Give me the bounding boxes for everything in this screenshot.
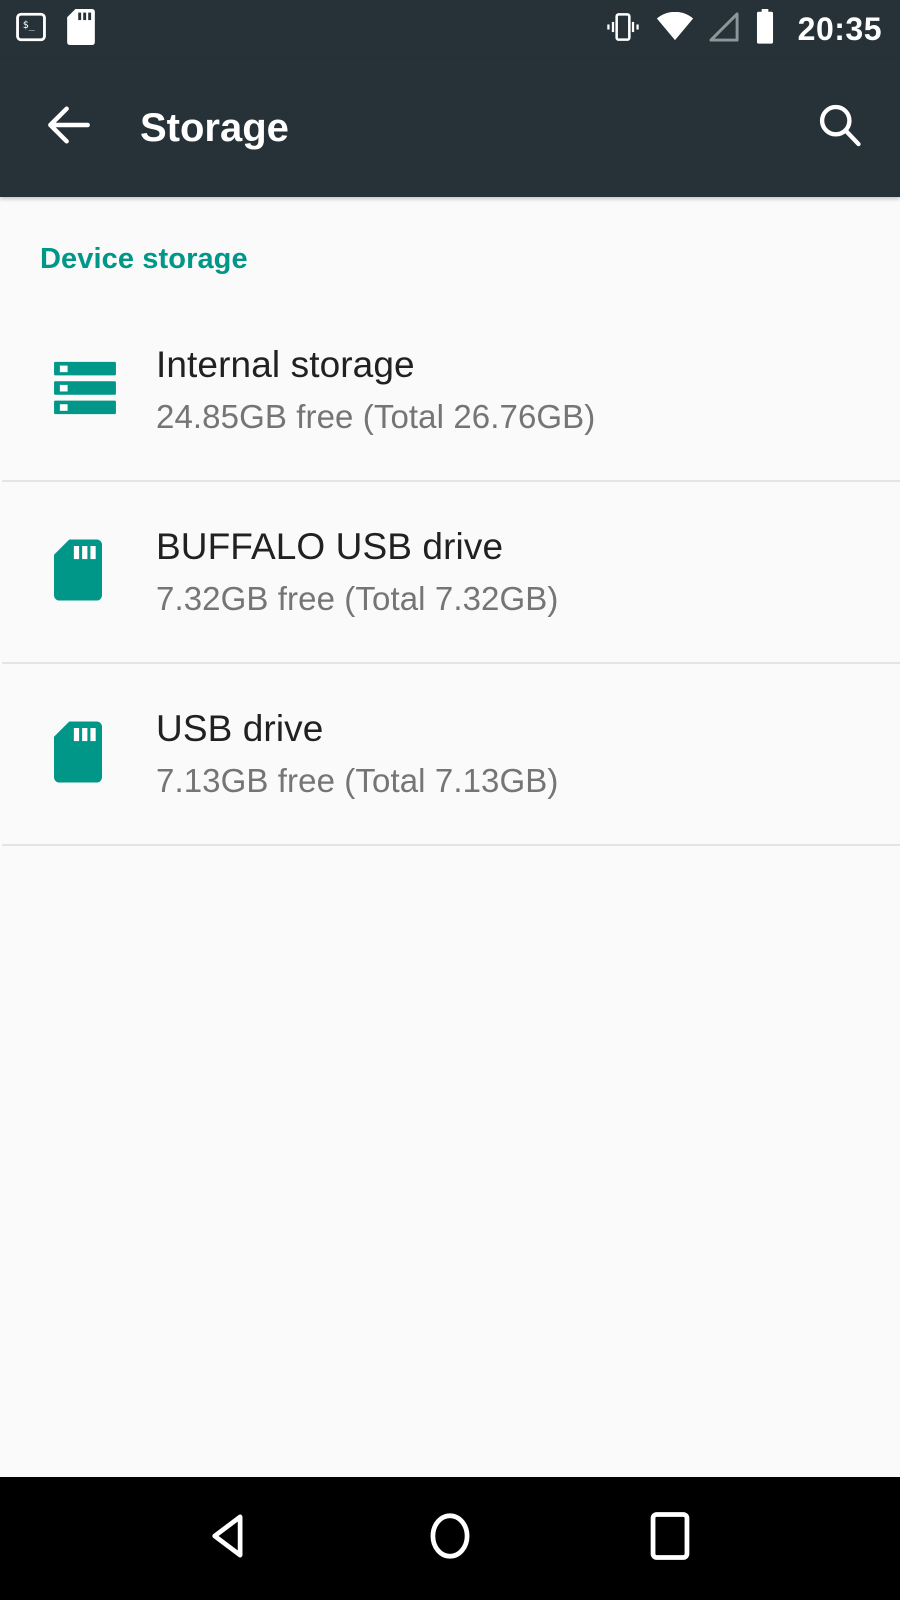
- page-title: Storage: [140, 105, 289, 150]
- nav-back-button[interactable]: [170, 1477, 290, 1600]
- storage-item-title: USB drive: [156, 707, 324, 749]
- storage-item-icon-slot: [32, 720, 142, 788]
- battery-icon: [754, 8, 776, 50]
- nav-recents-button[interactable]: [610, 1477, 730, 1600]
- storage-list-item-buffalo-usb-drive[interactable]: BUFFALO USB drive 7.32GB free (Total 7.3…: [0, 482, 900, 662]
- svg-text:$_: $_: [23, 19, 35, 30]
- usb-drive-icon: [54, 538, 102, 606]
- storage-item-subtitle: 7.13GB free (Total 7.13GB): [156, 762, 559, 800]
- sd-card-icon: [66, 8, 96, 50]
- status-bar: $_ 20:35: [0, 0, 900, 58]
- back-button[interactable]: [38, 97, 100, 159]
- triangle-back-icon: [203, 1509, 257, 1568]
- storage-list-item-usb-drive[interactable]: USB drive 7.13GB free (Total 7.13GB): [0, 664, 900, 844]
- status-bar-clock: 20:35: [797, 11, 882, 47]
- status-bar-left-icons: $_: [14, 8, 96, 50]
- storage-item-text-block: Internal storage 24.85GB free (Total 26.…: [142, 344, 595, 436]
- storage-item-icon-slot: [32, 359, 142, 422]
- usb-drive-icon: [54, 720, 102, 788]
- square-recents-icon: [647, 1510, 693, 1567]
- search-button[interactable]: [808, 97, 870, 159]
- storage-item-subtitle: 7.32GB free (Total 7.32GB): [156, 580, 559, 618]
- storage-list-item-internal-storage[interactable]: Internal storage 24.85GB free (Total 26.…: [0, 300, 900, 480]
- content-area: Device storage Internal storage 24.85GB …: [0, 197, 900, 1477]
- circle-home-icon: [425, 1509, 475, 1568]
- navigation-bar: [0, 1477, 900, 1600]
- storage-item-icon-slot: [32, 538, 142, 606]
- section-header-device-storage: Device storage: [40, 243, 248, 275]
- storage-list: Internal storage 24.85GB free (Total 26.…: [0, 300, 900, 846]
- arrow-back-icon: [41, 97, 97, 158]
- terminal-icon: $_: [14, 10, 48, 49]
- storage-item-title: BUFFALO USB drive: [156, 525, 504, 567]
- storage-item-text-block: USB drive 7.13GB free (Total 7.13GB): [142, 708, 558, 800]
- wifi-icon: [656, 11, 694, 47]
- vibrate-icon: [604, 11, 642, 48]
- storage-item-subtitle: 24.85GB free (Total 26.76GB): [156, 398, 596, 436]
- phone-screen: $_ 20:35 Storage Device storage Internal…: [0, 0, 900, 1600]
- list-divider: [2, 844, 900, 846]
- internal-storage-icon: [54, 359, 116, 422]
- storage-item-title: Internal storage: [156, 343, 415, 385]
- app-bar: Storage: [0, 58, 900, 197]
- search-icon: [813, 99, 865, 156]
- status-bar-right-icons: 20:35: [604, 8, 882, 50]
- storage-item-text-block: BUFFALO USB drive 7.32GB free (Total 7.3…: [142, 526, 558, 618]
- cellular-signal-icon: [708, 11, 740, 47]
- nav-home-button[interactable]: [390, 1477, 510, 1600]
